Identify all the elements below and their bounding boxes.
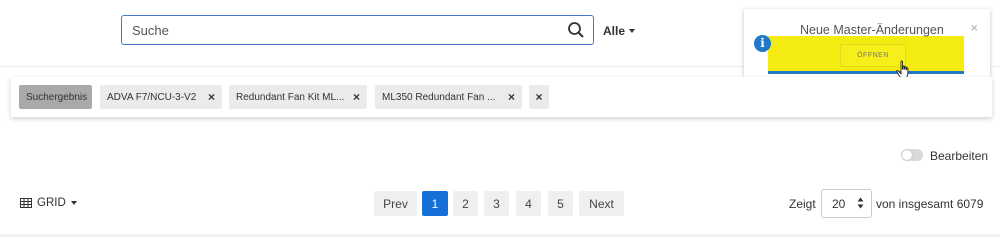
sort-arrows-icon	[857, 197, 864, 209]
page-size-value: 20	[832, 197, 846, 211]
search-scope-label: Alle	[603, 24, 626, 38]
pagination-page-3[interactable]: 3	[484, 191, 509, 216]
info-icon: i	[754, 35, 771, 52]
view-mode-dropdown[interactable]: GRID	[20, 197, 77, 209]
close-icon[interactable]: ×	[508, 90, 515, 104]
pagination-page-2[interactable]: 2	[453, 191, 478, 216]
tab-ml350-redundant-fan[interactable]: ML350 Redundant Fan ... ×	[375, 85, 522, 109]
search-box[interactable]	[121, 15, 594, 45]
close-all-tabs-button[interactable]: ×	[529, 85, 549, 109]
total-count: von insgesamt 6079	[876, 197, 984, 211]
tab-redundant-fan-kit[interactable]: Redundant Fan Kit ML... ×	[229, 85, 367, 109]
pagination-next[interactable]: Next	[579, 191, 624, 216]
toast-progress-bar	[768, 71, 964, 74]
page-size-select[interactable]: 20	[821, 189, 872, 218]
page-size-prefix: Zeigt	[789, 197, 816, 211]
search-input[interactable]	[132, 16, 562, 44]
content-divider	[0, 234, 1000, 237]
tab-adva-ncu[interactable]: ADVA F7/NCU-3-V2 ×	[100, 85, 222, 109]
pagination-prev[interactable]: Prev	[374, 191, 417, 216]
tab-search-results[interactable]: Suchergebnis	[19, 85, 92, 109]
notification-toast: i Neue Master-Änderungen × ÖFFNEN	[744, 9, 990, 79]
tab-label: ML350 Redundant Fan ...	[382, 91, 496, 103]
open-tabs-bar: Suchergebnis ADVA F7/NCU-3-V2 × Redundan…	[11, 77, 992, 117]
close-icon[interactable]: ×	[970, 20, 978, 35]
pagination-page-4[interactable]: 4	[516, 191, 541, 216]
search-scope-dropdown[interactable]: Alle	[603, 24, 636, 38]
pagination-page-5[interactable]: 5	[548, 191, 573, 216]
search-icon[interactable]	[567, 21, 585, 39]
close-icon[interactable]: ×	[208, 90, 215, 104]
edit-toggle[interactable]	[901, 149, 923, 161]
tab-label: Redundant Fan Kit ML...	[236, 91, 345, 103]
tab-label: ADVA F7/NCU-3-V2	[107, 91, 197, 103]
chevron-down-icon	[629, 29, 636, 33]
view-mode-label: GRID	[37, 197, 66, 209]
toggle-knob	[902, 150, 912, 160]
chevron-down-icon	[70, 201, 77, 205]
edit-toggle-label: Bearbeiten	[930, 149, 989, 163]
toast-title: Neue Master-Änderungen	[800, 23, 944, 37]
tab-label: Suchergebnis	[26, 91, 88, 103]
pagination-page-1[interactable]: 1	[422, 191, 448, 216]
table-icon	[20, 198, 32, 208]
close-icon[interactable]: ×	[353, 90, 360, 104]
